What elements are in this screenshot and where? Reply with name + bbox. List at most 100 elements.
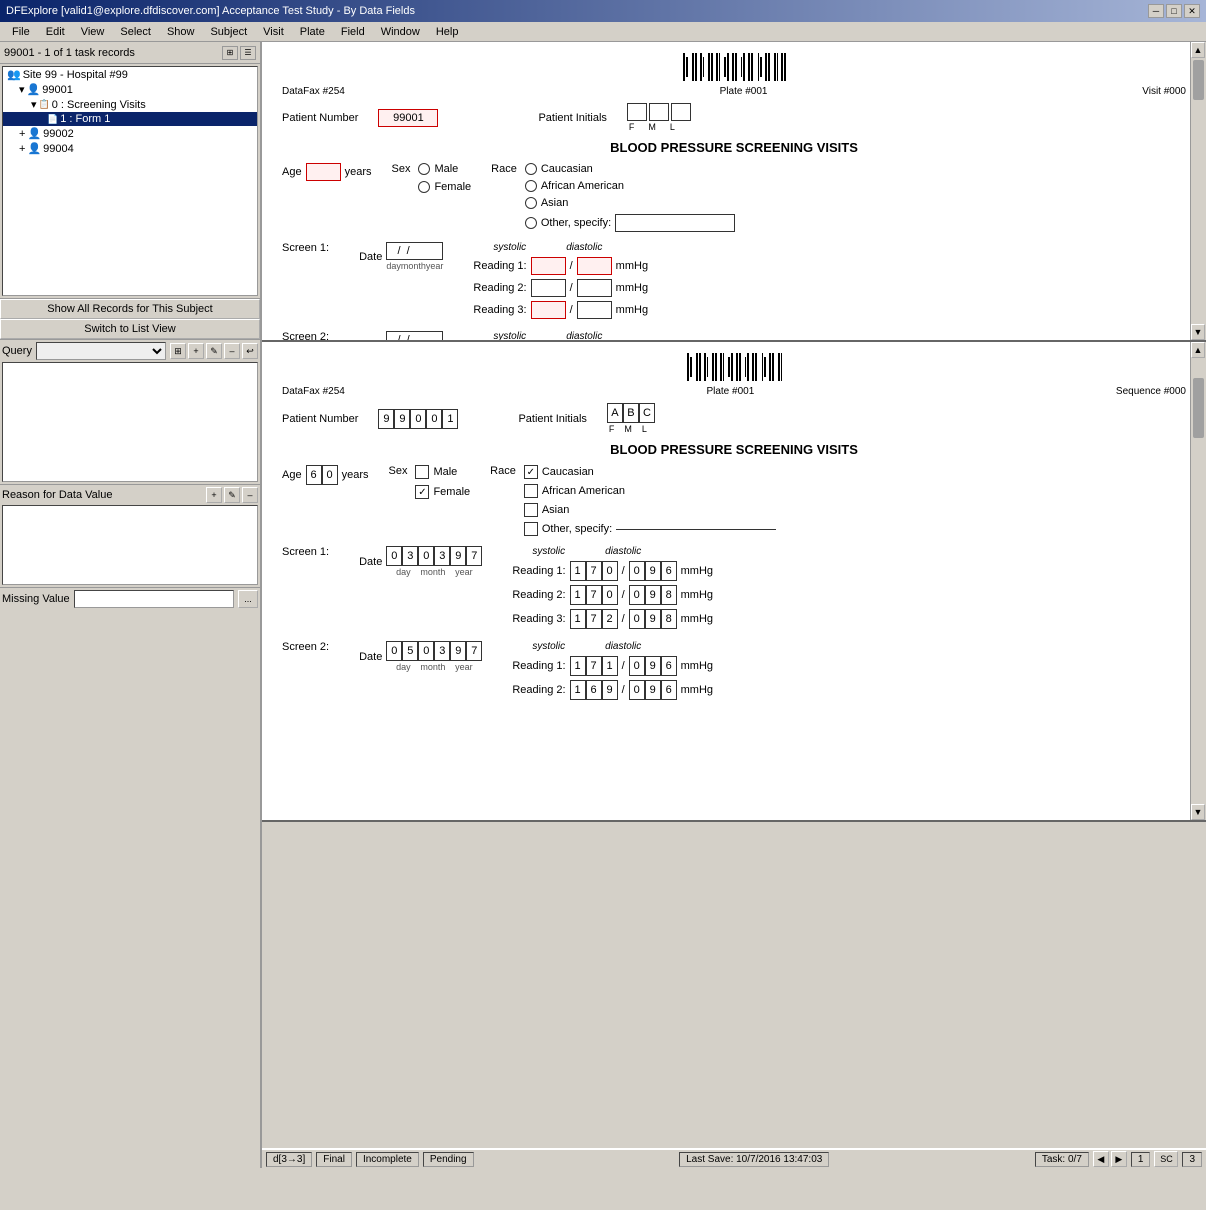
tree-node-site99[interactable]: 👥 Site 99 - Hospital #99 [3, 67, 257, 82]
scroll-down-btn[interactable]: ▼ [1191, 324, 1205, 340]
reason-delete-button[interactable]: – [242, 487, 258, 503]
visit-icon: 📋 [39, 99, 50, 110]
upper-age-sex-race-row: Age years Sex Male [282, 163, 1186, 234]
reading3-row-upper: Reading 3: / mmHg [473, 301, 648, 319]
lower-datafax: DataFax #254 [282, 386, 345, 397]
tree-node-form1[interactable]: 📄 1 : Form 1 [3, 112, 257, 126]
tree-node-99002-label: 99002 [43, 128, 74, 140]
list-view-button[interactable]: ☰ [240, 46, 256, 60]
menu-field[interactable]: Field [333, 24, 373, 40]
menu-show[interactable]: Show [159, 24, 203, 40]
reading1-row-upper: Reading 1: / mmHg [473, 257, 648, 275]
date-label-s2-lower: Date [359, 651, 382, 663]
query-edit-button[interactable]: ✎ [206, 343, 222, 359]
tree-node-visit0[interactable]: ▾ 📋 0 : Screening Visits [3, 97, 257, 112]
menu-plate[interactable]: Plate [292, 24, 333, 40]
task-next-button[interactable]: ▶ [1111, 1151, 1127, 1167]
s2-reading1-lower: Reading 1: 1 7 1 / 0 9 6 [512, 656, 713, 676]
lower-scroll-down-btn[interactable]: ▼ [1191, 804, 1205, 820]
menu-bar: File Edit View Select Show Subject Visit… [0, 22, 1206, 42]
mmhg-r2-upper: mmHg [616, 282, 648, 294]
race-caucasian-lower: ✓ Caucasian [524, 465, 776, 479]
minimize-button[interactable]: ─ [1148, 4, 1164, 18]
initial-l-upper [671, 103, 691, 121]
reason-text-area[interactable] [2, 505, 258, 585]
race-options-lower: ✓ Caucasian African American Asian [524, 465, 776, 538]
screen1-row-upper: Screen 1: Date / / d [282, 242, 1186, 323]
num3-status: 3 [1182, 1152, 1202, 1167]
s1-r2-sys: 1 7 0 [570, 585, 618, 605]
pending-status: Pending [423, 1152, 474, 1167]
query-add-button[interactable]: + [188, 343, 204, 359]
tree-node-99004[interactable]: + 👤 99004 [3, 141, 257, 156]
tree-node-99001-label: 99001 [42, 84, 73, 96]
missing-value-browse-button[interactable]: ... [238, 590, 258, 608]
query-grid-button[interactable]: ⊞ [170, 343, 186, 359]
sex-female-option-upper: Female [418, 181, 471, 193]
close-button[interactable]: ✕ [1184, 4, 1200, 18]
sex-female-checkbox-lower: ✓ [415, 485, 429, 499]
menu-file[interactable]: File [4, 24, 38, 40]
menu-visit[interactable]: Visit [255, 24, 292, 40]
grid-view-button[interactable]: ⊞ [222, 46, 238, 60]
query-undo-button[interactable]: ↩ [242, 343, 258, 359]
race-other-lower: Other, specify: [524, 522, 776, 536]
sc-button[interactable]: SC [1154, 1151, 1178, 1167]
switch-list-view-button[interactable]: Switch to List View [0, 319, 260, 339]
barcode-lower [282, 352, 1186, 382]
sex-male-checkbox-lower [415, 465, 429, 479]
num1-status: 1 [1131, 1152, 1151, 1167]
tree-node-99001[interactable]: ▾ 👤 99001 [3, 82, 257, 97]
lower-form-header: DataFax #254 Plate #001 Sequence #000 [282, 386, 1186, 397]
upper-patient-row: Patient Number 99001 Patient Initials [282, 103, 1186, 132]
race-caucasian-checkbox: ✓ [524, 465, 538, 479]
diastolic-label-upper: diastolic [566, 242, 602, 253]
initial-f-upper [627, 103, 647, 121]
menu-view[interactable]: View [73, 24, 113, 40]
age-unit-lower: years [342, 469, 369, 481]
s2-r1-sys: 1 7 1 [570, 656, 618, 676]
age-unit-upper: years [345, 166, 372, 178]
pn-c5: 1 [442, 409, 458, 429]
upper-form-view[interactable]: DataFax #254 Plate #001 Visit #000 Patie… [262, 42, 1206, 342]
race-african-checkbox [524, 484, 538, 498]
diastolic-label-lower-s1: diastolic [605, 546, 641, 557]
maximize-button[interactable]: □ [1166, 4, 1182, 18]
race-other-label: Other, specify: [542, 523, 612, 535]
r1-sys-upper [531, 257, 566, 275]
sex-female-label-lower: Female [433, 486, 470, 498]
menu-select[interactable]: Select [112, 24, 159, 40]
scroll-up-btn[interactable]: ▲ [1191, 42, 1205, 58]
menu-window[interactable]: Window [373, 24, 428, 40]
tree-node-99002[interactable]: + 👤 99002 [3, 126, 257, 141]
query-text-area[interactable] [2, 362, 258, 482]
patient-initials-label-upper: Patient Initials [538, 112, 606, 124]
upper-scrollbar[interactable]: ▲ ▼ [1190, 42, 1206, 340]
age-c2: 0 [322, 465, 338, 485]
menu-subject[interactable]: Subject [202, 24, 255, 40]
r1-dia-upper [577, 257, 612, 275]
missing-value-input[interactable] [74, 590, 234, 608]
reason-edit-button[interactable]: ✎ [224, 487, 240, 503]
menu-edit[interactable]: Edit [38, 24, 73, 40]
task-prev-button[interactable]: ◀ [1093, 1151, 1109, 1167]
upper-form-title: BLOOD PRESSURE SCREENING VISITS [282, 140, 1186, 155]
lower-scrollbar[interactable]: ▲ ▼ [1190, 342, 1206, 820]
lower-form-view[interactable]: DataFax #254 Plate #001 Sequence #000 Pa… [262, 342, 1206, 822]
s1-r1-dia: 0 9 6 [629, 561, 677, 581]
race-asian-upper: Asian [525, 197, 735, 209]
patient-number-chars-lower: 9 9 0 0 1 [378, 409, 458, 429]
query-delete-button[interactable]: – [224, 343, 240, 359]
menu-help[interactable]: Help [428, 24, 467, 40]
date-label-s1-lower: Date [359, 556, 382, 568]
reason-add-button[interactable]: + [206, 487, 222, 503]
sex-label-lower: Sex [388, 465, 407, 477]
expand-icon: ▾ [19, 83, 25, 96]
show-all-records-button[interactable]: Show All Records for This Subject [0, 299, 260, 319]
form-icon: 📄 [47, 114, 58, 125]
tree-area[interactable]: 👥 Site 99 - Hospital #99 ▾ 👤 99001 ▾ 📋 0… [2, 66, 258, 296]
initial-l-label-upper: L [670, 122, 675, 132]
query-select[interactable] [36, 342, 166, 360]
r3-dia-upper [577, 301, 612, 319]
lower-scroll-up-btn[interactable]: ▲ [1191, 342, 1205, 358]
